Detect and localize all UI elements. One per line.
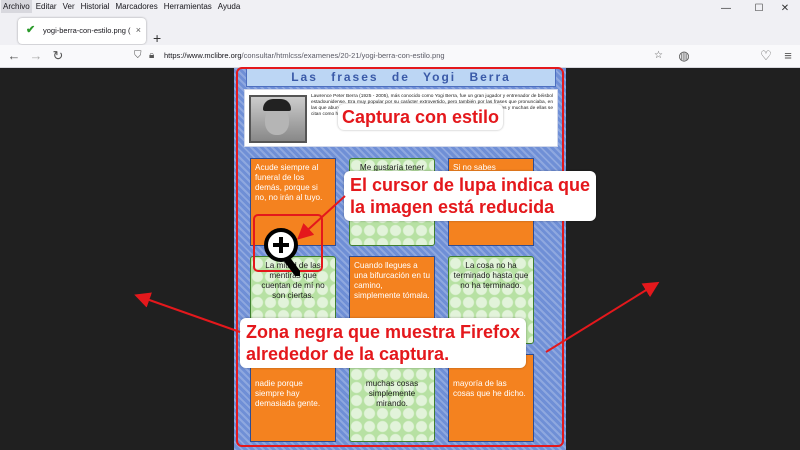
menu-marcadores[interactable]: Marcadores [114, 0, 160, 13]
bookmark-star-icon[interactable]: ☆ [654, 48, 663, 64]
checkmark-icon: ✔ [26, 24, 36, 36]
url-text[interactable]: https://www.mclibre.org/consultar/htmlcs… [164, 50, 445, 62]
menu-historial[interactable]: Historial [79, 0, 112, 13]
zoom-in-cursor-icon [264, 228, 300, 276]
url-path: /consultar/htmlcss/examenes/20-21/yogi-b… [241, 51, 445, 60]
navigation-bar: ← → ↻ ⛉ 🔒︎ https://www.mclibre.org/consu… [0, 45, 800, 68]
callout-black-zone: Zona negra que muestra Firefox alrededor… [240, 318, 527, 368]
callout-capture: Captura con estilo [338, 104, 504, 130]
menu-archivo[interactable]: Archivo [1, 0, 32, 13]
callout-zone-line1: Zona negra que muestra Firefox [246, 322, 521, 342]
tab-bar: ✔ yogi-berra-con-estilo.png (Ima × + [0, 13, 800, 45]
back-arrow-icon[interactable]: ← [4, 47, 24, 65]
callout-cursor: El cursor de lupa indica que la imagen e… [344, 171, 597, 221]
reload-icon[interactable]: ↻ [48, 47, 68, 65]
tab-close-button[interactable]: × [136, 24, 141, 36]
callout-cursor-line1: El cursor de lupa indica que [350, 175, 591, 195]
menu-editar[interactable]: Editar [34, 0, 59, 13]
callout-zone-line2: alrededor de la captura. [246, 344, 450, 364]
tab-image[interactable]: ✔ yogi-berra-con-estilo.png (Ima × [18, 18, 146, 44]
callout-cursor-line2: la imagen está reducida [350, 197, 555, 217]
url-host: https://www.mclibre.org [164, 51, 242, 60]
menu-ayuda[interactable]: Ayuda [216, 0, 243, 13]
url-bar[interactable]: ⛉ 🔒︎ https://www.mclibre.org/consultar/h… [132, 47, 692, 65]
menu-bar: Archivo Editar Ver Historial Marcadores Herra… [0, 0, 800, 13]
lock-icon[interactable]: 🔒︎ [149, 48, 154, 64]
pocket-icon[interactable]: ♡ [756, 47, 776, 65]
menu-herramientas[interactable]: Herramientas [162, 0, 214, 13]
shield-icon[interactable]: ⛉ [134, 48, 142, 64]
menu-ver[interactable]: Ver [61, 0, 77, 13]
new-tab-button[interactable]: + [153, 31, 161, 45]
tab-title: yogi-berra-con-estilo.png (Ima [43, 26, 131, 35]
forward-arrow-icon[interactable]: → [26, 47, 46, 65]
app-menu-icon[interactable]: ≡ [778, 47, 798, 65]
extension-icon[interactable]: ◍ [674, 47, 694, 65]
